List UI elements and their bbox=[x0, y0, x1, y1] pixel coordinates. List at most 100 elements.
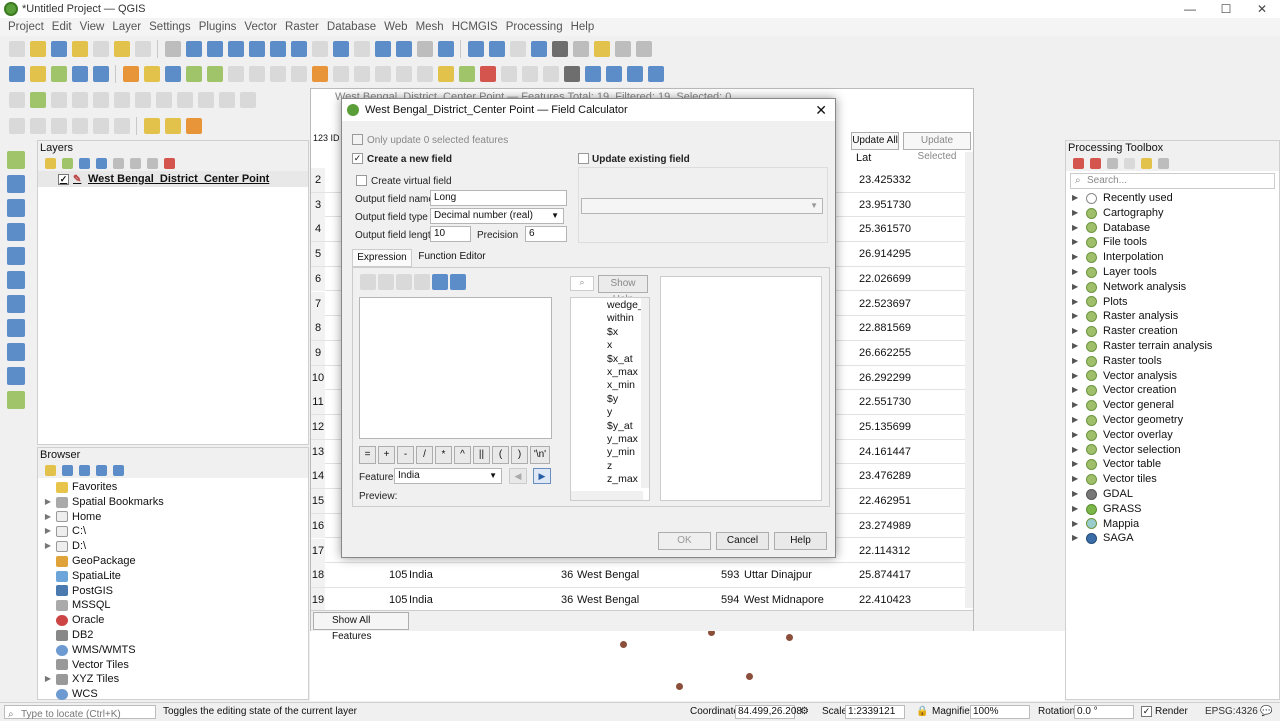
function-list-hscrollbar[interactable] bbox=[571, 491, 643, 500]
bookmark-icon[interactable] bbox=[395, 41, 412, 57]
table-scrollbar[interactable] bbox=[965, 152, 973, 608]
edit-features-icon[interactable] bbox=[1141, 157, 1152, 169]
add-ring-icon[interactable] bbox=[29, 92, 46, 108]
function-item[interactable]: within bbox=[571, 312, 649, 325]
function-item[interactable]: x bbox=[571, 339, 649, 352]
results-icon[interactable] bbox=[1124, 157, 1135, 169]
menu-raster[interactable]: Raster bbox=[281, 21, 323, 33]
snapping-icon[interactable] bbox=[8, 118, 25, 134]
function-item[interactable]: $y bbox=[571, 393, 649, 406]
menu-vector[interactable]: Vector bbox=[240, 21, 281, 33]
label-show-hide-icon[interactable] bbox=[521, 66, 538, 82]
undo-icon[interactable] bbox=[311, 66, 328, 82]
refresh-icon[interactable] bbox=[437, 41, 454, 57]
next-feature-button[interactable]: ▶ bbox=[533, 468, 551, 484]
output-name-input[interactable]: Long bbox=[430, 190, 567, 206]
operator-concat-button[interactable]: || bbox=[473, 446, 490, 464]
avoid-overlap-icon[interactable] bbox=[71, 118, 88, 134]
scripts-icon[interactable] bbox=[1090, 157, 1101, 169]
paste-features-icon[interactable] bbox=[290, 66, 307, 82]
add-selected-icon[interactable] bbox=[45, 464, 56, 476]
crs-label[interactable]: EPSG:4326 bbox=[1205, 706, 1258, 717]
toolbox-item-database[interactable]: ▶ Database bbox=[1066, 221, 1279, 236]
save-icon[interactable] bbox=[378, 274, 394, 290]
add-group-icon[interactable] bbox=[62, 157, 73, 169]
label-rotate-icon[interactable] bbox=[416, 66, 433, 82]
toolbox-item-vector-selection[interactable]: ▶ Vector selection bbox=[1066, 443, 1279, 458]
update-existing-checkbox[interactable] bbox=[578, 153, 589, 164]
add-raster-icon[interactable] bbox=[71, 66, 88, 82]
toolbox-item-layer-tools[interactable]: ▶ Layer tools bbox=[1066, 265, 1279, 280]
statistics-icon[interactable] bbox=[551, 41, 568, 57]
vertex-tool-icon[interactable] bbox=[206, 66, 223, 82]
previous-feature-button[interactable]: ◀ bbox=[509, 468, 527, 484]
delete-selected-icon[interactable] bbox=[227, 66, 244, 82]
only-update-checkbox[interactable] bbox=[352, 134, 363, 145]
rotation-field[interactable]: 0.0 ° bbox=[1074, 705, 1134, 719]
menu-mesh[interactable]: Mesh bbox=[412, 21, 448, 33]
browser-item-postgis[interactable]: PostGIS bbox=[42, 584, 308, 599]
feature-select[interactable]: India ▼ bbox=[394, 468, 502, 484]
browser-item-oracle[interactable]: Oracle bbox=[42, 613, 308, 628]
function-item[interactable]: z_max bbox=[571, 473, 649, 486]
messages-icon[interactable]: 💬 bbox=[1260, 706, 1272, 717]
operator-power-button[interactable]: ^ bbox=[454, 446, 471, 464]
browser-item-db2[interactable]: DB2 bbox=[42, 628, 308, 643]
merge-features-icon[interactable] bbox=[155, 92, 172, 108]
copy-features-icon[interactable] bbox=[269, 66, 286, 82]
tab-function-editor[interactable]: Function Editor bbox=[414, 249, 490, 267]
save-project-icon[interactable] bbox=[50, 41, 67, 57]
delete-icon[interactable] bbox=[414, 274, 430, 290]
scale-field[interactable]: 1:2339121 bbox=[845, 705, 905, 719]
operator-divide-button[interactable]: / bbox=[416, 446, 433, 464]
save-edits-icon[interactable] bbox=[164, 66, 181, 82]
simplify-icon[interactable] bbox=[197, 92, 214, 108]
add-mesh-layer-icon[interactable] bbox=[7, 199, 25, 217]
add-vector-icon[interactable] bbox=[50, 66, 67, 82]
function-list-vscrollbar[interactable] bbox=[641, 298, 649, 488]
update-all-button[interactable]: Update All bbox=[851, 132, 899, 150]
lock-scale-icon[interactable]: 🔒 bbox=[916, 706, 928, 717]
browser-item-xyz-tiles[interactable]: ▶ XYZ Tiles bbox=[42, 672, 308, 687]
toolbox-item-vector-analysis[interactable]: ▶ Vector analysis bbox=[1066, 369, 1279, 384]
tracing-icon[interactable] bbox=[29, 118, 46, 134]
toolbox-item-vector-overlay[interactable]: ▶ Vector overlay bbox=[1066, 428, 1279, 443]
properties-icon[interactable] bbox=[113, 464, 124, 476]
pan-icon[interactable] bbox=[164, 41, 181, 57]
split-features-icon[interactable] bbox=[134, 92, 151, 108]
processing-toolbox-icon[interactable] bbox=[530, 41, 547, 57]
data-source-manager-icon[interactable] bbox=[8, 66, 25, 82]
add-delimited-text-icon[interactable] bbox=[7, 223, 25, 241]
toolbox-item-plots[interactable]: ▶ Plots bbox=[1066, 295, 1279, 310]
toolbox-item-recently-used[interactable]: ▶ Recently used bbox=[1066, 191, 1279, 206]
add-part-icon[interactable] bbox=[218, 92, 235, 108]
fill-ring-icon[interactable] bbox=[50, 92, 67, 108]
function-item[interactable]: wedge_buffer bbox=[571, 299, 649, 312]
text-annotation-icon[interactable] bbox=[635, 41, 652, 57]
lat-column-header[interactable]: Lat bbox=[856, 152, 908, 168]
topology-icon[interactable] bbox=[50, 118, 67, 134]
toggle-editing-icon[interactable] bbox=[143, 66, 160, 82]
cut-features-icon[interactable] bbox=[248, 66, 265, 82]
precision-spinbox[interactable]: 6 bbox=[525, 226, 567, 242]
add-wms-icon[interactable] bbox=[92, 66, 109, 82]
add-wms-layer-icon[interactable] bbox=[7, 343, 25, 361]
browser-item-vector-tiles[interactable]: Vector Tiles bbox=[42, 658, 308, 673]
function-item[interactable]: z bbox=[571, 460, 649, 473]
function-item[interactable]: $x bbox=[571, 326, 649, 339]
toolbox-item-raster-creation[interactable]: ▶ Raster creation bbox=[1066, 324, 1279, 339]
function-item[interactable]: y_min bbox=[571, 446, 649, 459]
toolbox-item-vector-general[interactable]: ▶ Vector general bbox=[1066, 398, 1279, 413]
menu-hcmgis[interactable]: HCMGIS bbox=[448, 21, 502, 33]
new-project-icon[interactable] bbox=[8, 41, 25, 57]
browser-item-c-drive[interactable]: ▶ C:\ bbox=[42, 524, 308, 539]
show-help-button[interactable]: Show Help bbox=[598, 275, 648, 305]
toolbox-item-file-tools[interactable]: ▶ File tools bbox=[1066, 235, 1279, 250]
identify-icon[interactable] bbox=[467, 41, 484, 57]
style-manager-icon[interactable] bbox=[134, 41, 151, 57]
menu-web[interactable]: Web bbox=[380, 21, 411, 33]
operator-newline-button[interactable]: '\n' bbox=[530, 446, 550, 464]
diagram-icon[interactable] bbox=[500, 66, 517, 82]
current-edits-icon[interactable] bbox=[122, 66, 139, 82]
snap-intersection-icon[interactable] bbox=[92, 118, 109, 134]
